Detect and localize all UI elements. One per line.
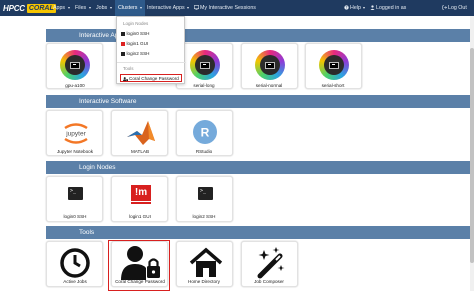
- gui-logo-icon: !m: [131, 185, 151, 201]
- sign-out-icon: [442, 5, 447, 10]
- clusters-dropdown-menu: Login Nodes login0 SSH login1 GUI login2…: [116, 16, 186, 84]
- nav-interactive-apps-label: Interactive Apps: [147, 5, 185, 11]
- nav-jobs[interactable]: Jobs: [96, 0, 112, 16]
- login-tile-label: login1 GUI: [129, 214, 151, 219]
- logged-in-label: Logged in as: [376, 5, 407, 11]
- matlab-logo-icon: [127, 121, 155, 145]
- chevron-down-icon: [67, 6, 70, 9]
- magic-wand-icon: [257, 247, 285, 279]
- terminal-app-icon: [60, 50, 90, 80]
- dropdown-item-label: login2 SSH: [126, 51, 150, 56]
- software-tile-label: RStudio: [195, 149, 213, 154]
- section-header-login-nodes: Login Nodes: [46, 161, 474, 174]
- section-title: Tools: [79, 229, 95, 236]
- user-icon: [370, 5, 375, 11]
- terminal-icon: [198, 187, 213, 200]
- brand-logo[interactable]: HPCC CORAL: [3, 2, 56, 14]
- terminal-app-icon: [255, 50, 285, 80]
- brand-name: CORAL: [26, 3, 56, 13]
- login-tile-label: login0 SSH: [63, 214, 87, 219]
- nav-files-label: Files: [75, 5, 87, 11]
- jupyter-logo-icon: jupyter: [64, 123, 88, 144]
- dropdown-item-label: login1 GUI: [126, 41, 149, 46]
- login-tile-label: login2 SSH: [192, 214, 216, 219]
- dropdown-divider: [117, 62, 186, 63]
- dropdown-item-label: login0 SSH: [126, 31, 150, 36]
- nav-my-sessions-label: My Interactive Sessions: [200, 5, 256, 11]
- tool-tile-label: Active Jobs: [63, 279, 87, 284]
- sessions-icon: [194, 5, 199, 10]
- dropdown-item-login0-ssh[interactable]: login0 SSH: [121, 31, 149, 36]
- nav-log-out[interactable]: Log Out: [442, 0, 467, 16]
- section-header-tools: Tools: [46, 226, 474, 239]
- dropdown-item-login2-ssh[interactable]: login2 SSH: [121, 51, 149, 56]
- section-title: Interactive Software: [79, 98, 137, 105]
- section-header-interactive-apps: Interactive Apps: [46, 29, 474, 42]
- section-title: Login Nodes: [79, 164, 116, 171]
- jupyter-wordmark: jupyter: [65, 131, 86, 138]
- svg-text:?: ?: [346, 6, 348, 10]
- rstudio-logo-icon: R: [193, 120, 217, 144]
- app-tile-label: gpu-a100: [65, 83, 85, 88]
- highlight-box: [108, 240, 170, 291]
- top-navbar: HPCC CORAL Apps Files Jobs Clusters Inte…: [0, 0, 474, 16]
- terminal-icon: [121, 51, 125, 56]
- nav-help-label: Help: [350, 5, 361, 11]
- terminal-icon: [68, 187, 83, 200]
- app-tile-label: serial-short: [321, 83, 345, 88]
- software-tile-label: MATLAB: [130, 149, 150, 154]
- logged-in-user: Logged in as: [370, 0, 406, 16]
- clock-icon: [60, 248, 90, 278]
- brand-prefix: HPCC: [3, 3, 25, 13]
- app-tile-label: serial-normal: [255, 83, 283, 88]
- nav-apps[interactable]: Apps: [53, 0, 70, 16]
- terminal-icon: [121, 31, 125, 36]
- nav-help[interactable]: ? Help: [344, 0, 366, 16]
- chevron-down-icon: [363, 6, 366, 9]
- terminal-app-icon: [319, 50, 349, 80]
- terminal-app-icon: [190, 50, 220, 80]
- dropdown-item-login1-gui[interactable]: login1 GUI: [121, 41, 148, 46]
- nav-clusters[interactable]: Clusters: [115, 0, 145, 16]
- nav-jobs-label: Jobs: [96, 5, 108, 11]
- nav-interactive-apps[interactable]: Interactive Apps: [147, 0, 190, 16]
- nav-apps-label: Apps: [53, 5, 66, 11]
- home-icon: [189, 247, 223, 277]
- tool-tile-label: Job Composer: [254, 279, 284, 284]
- rstudio-logo-letter: R: [201, 126, 210, 140]
- help-icon: ?: [344, 5, 349, 10]
- nav-my-sessions[interactable]: My Interactive Sessions: [194, 0, 256, 16]
- chevron-down-icon: [88, 6, 91, 9]
- dropdown-header-login-nodes: Login Nodes: [123, 21, 149, 26]
- section-header-interactive-software: Interactive Software: [46, 95, 474, 108]
- gui-logo-bar: [131, 202, 151, 204]
- scrollbar-thumb[interactable]: [470, 48, 474, 263]
- tool-tile-label: Home Directory: [188, 279, 220, 284]
- nav-files[interactable]: Files: [75, 0, 91, 16]
- chevron-down-icon: [109, 6, 112, 9]
- log-out-label: Log Out: [448, 5, 467, 11]
- software-tile-label: Jupyter Notebook: [56, 149, 93, 154]
- chevron-down-icon: [139, 6, 142, 9]
- highlight-box: [120, 74, 182, 82]
- nav-clusters-label: Clusters: [118, 5, 138, 11]
- chevron-down-icon: [187, 6, 190, 9]
- gui-icon: [121, 41, 125, 46]
- dropdown-header-tools: Tools: [123, 66, 134, 71]
